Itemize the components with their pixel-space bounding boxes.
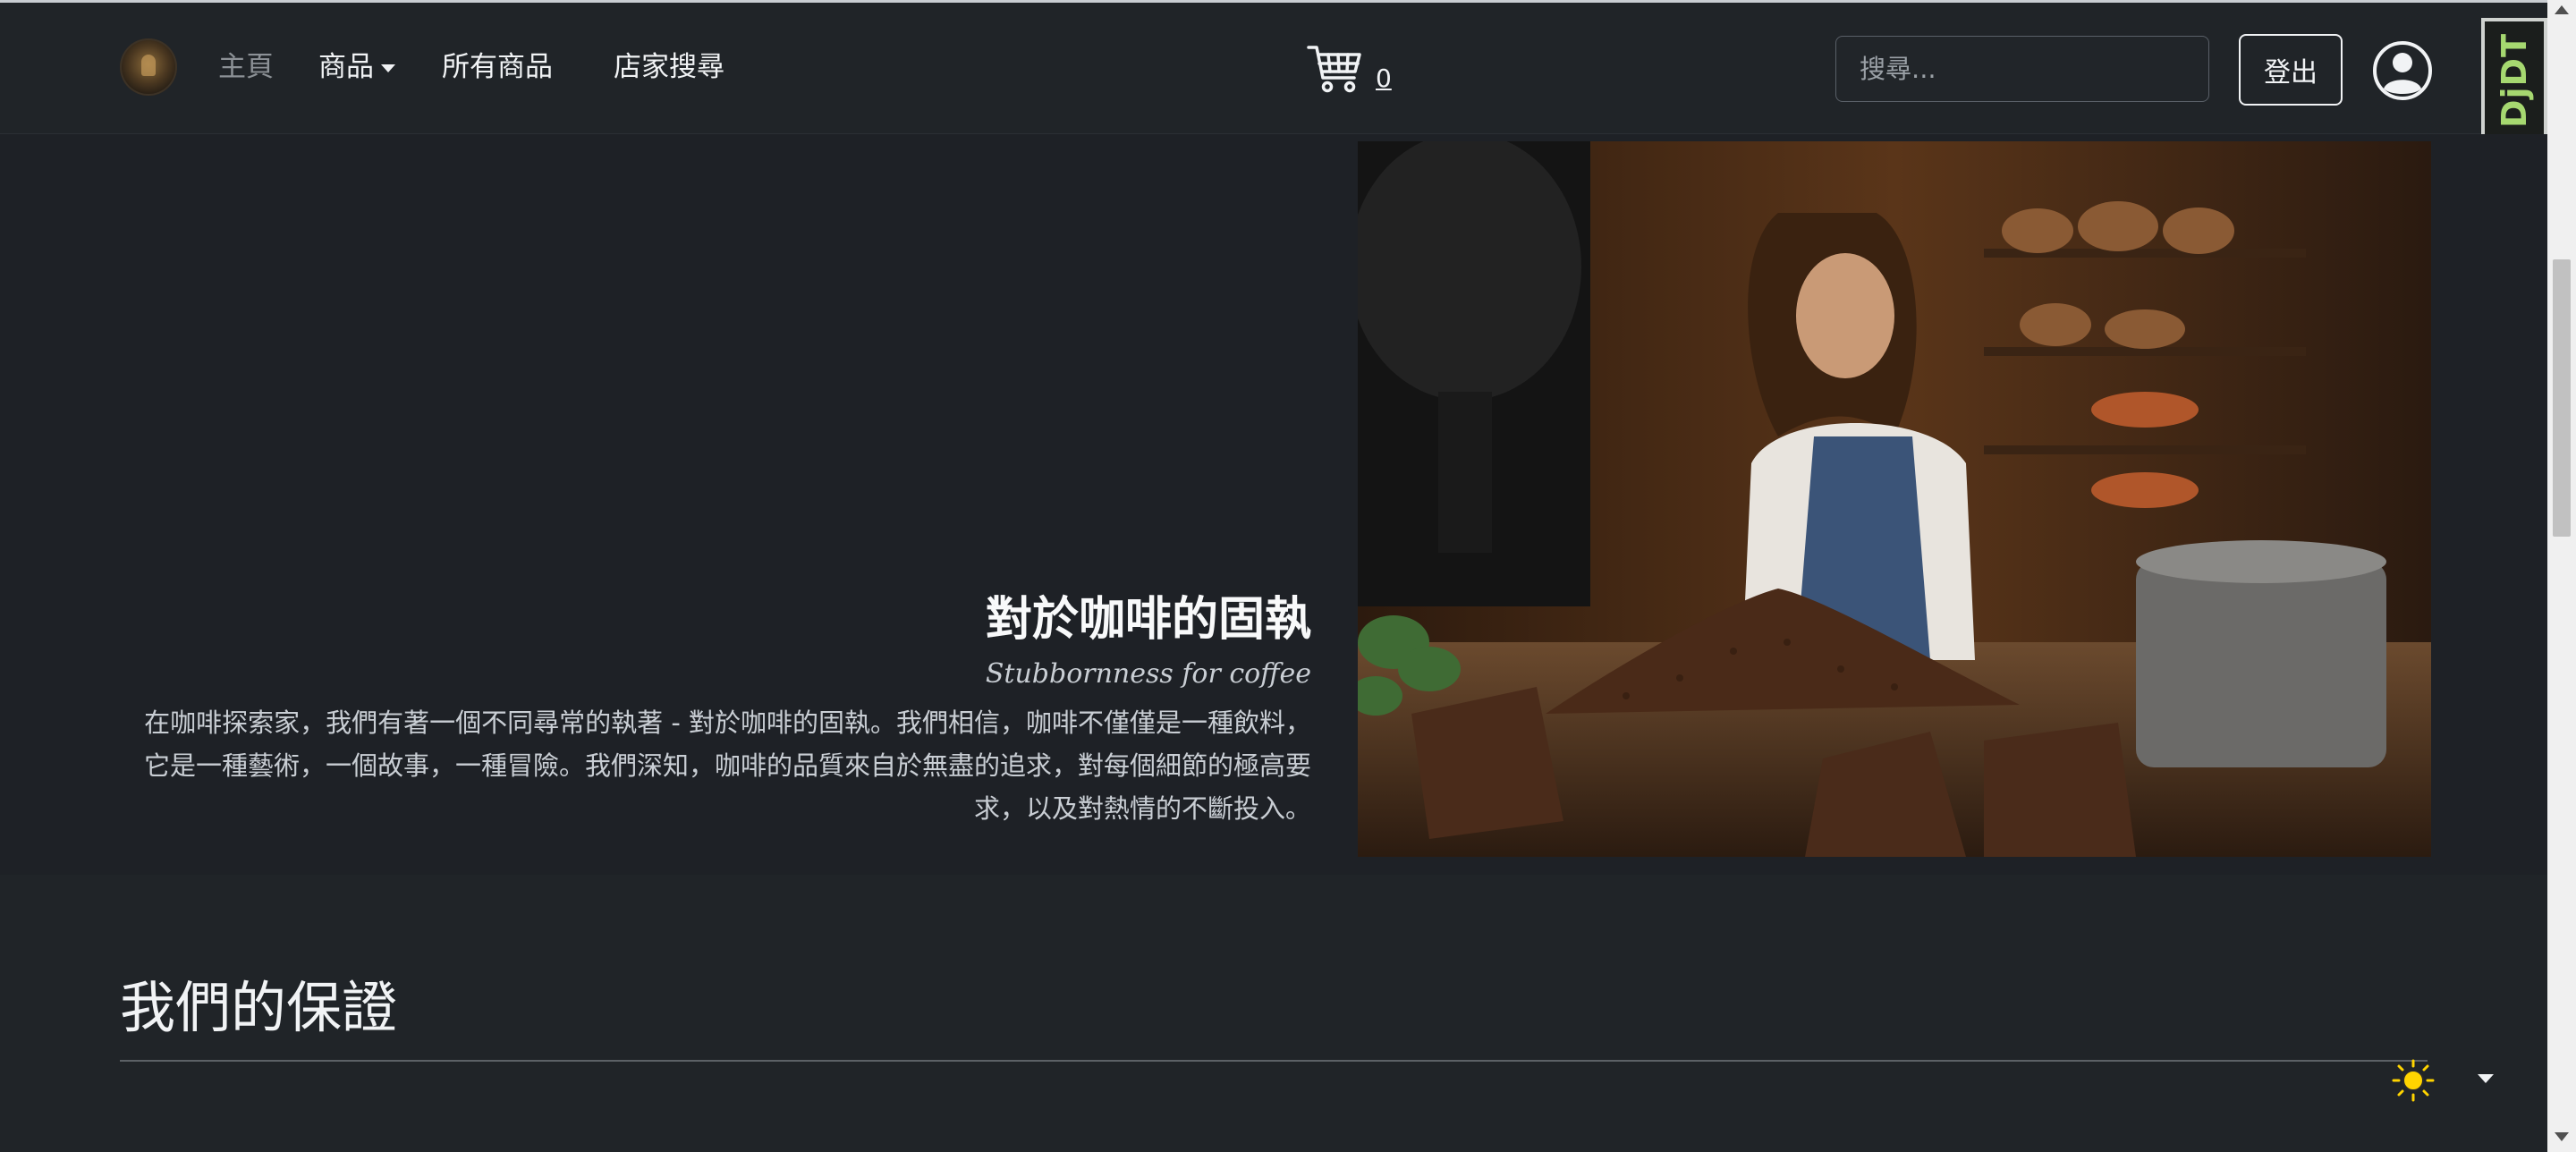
guarantee-title: 我們的保證	[120, 975, 398, 1040]
nav-products-label: 商品	[318, 51, 374, 83]
nav-home-link[interactable]: 主頁	[218, 49, 274, 85]
hero-image	[1358, 141, 2431, 857]
nav-all-products-link[interactable]: 所有商品	[442, 49, 553, 85]
navbar: 主頁 商品 所有商品 店家搜尋 0 登出	[0, 3, 2547, 134]
user-avatar-icon[interactable]	[2372, 40, 2433, 101]
cart-count-link[interactable]: 0	[1376, 64, 1392, 93]
nav-products-dropdown[interactable]: 商品	[318, 49, 395, 85]
scroll-down-arrow-icon[interactable]	[2555, 1132, 2569, 1141]
coffee-logo-icon[interactable]	[120, 38, 177, 96]
nav-store-search-link[interactable]: 店家搜尋	[614, 49, 724, 85]
barista-photo-illustration	[1358, 141, 2431, 857]
chevron-down-icon	[381, 64, 395, 72]
search-input[interactable]	[1835, 36, 2209, 102]
sun-icon[interactable]	[2392, 1059, 2435, 1102]
hero-subtitle: Stubbornness for coffee	[985, 658, 1311, 690]
cart-icon[interactable]	[1306, 42, 1363, 99]
scroll-up-arrow-icon[interactable]	[2555, 5, 2569, 14]
scrollbar-thumb[interactable]	[2553, 259, 2571, 537]
vertical-scrollbar[interactable]	[2547, 0, 2576, 1152]
logout-button[interactable]: 登出	[2239, 34, 2343, 106]
debug-toolbar-label: DjDT	[2495, 32, 2535, 129]
section-divider	[120, 1060, 2428, 1062]
hero-description: 在咖啡探索家，我們有著一個不同尋常的執著 - 對於咖啡的固執。我們相信，咖啡不僅…	[143, 707, 1311, 824]
hero-title: 對於咖啡的固執	[985, 593, 1311, 647]
theme-dropdown-chevron-icon[interactable]	[2478, 1074, 2494, 1083]
debug-toolbar-handle[interactable]: DjDT	[2481, 18, 2547, 143]
